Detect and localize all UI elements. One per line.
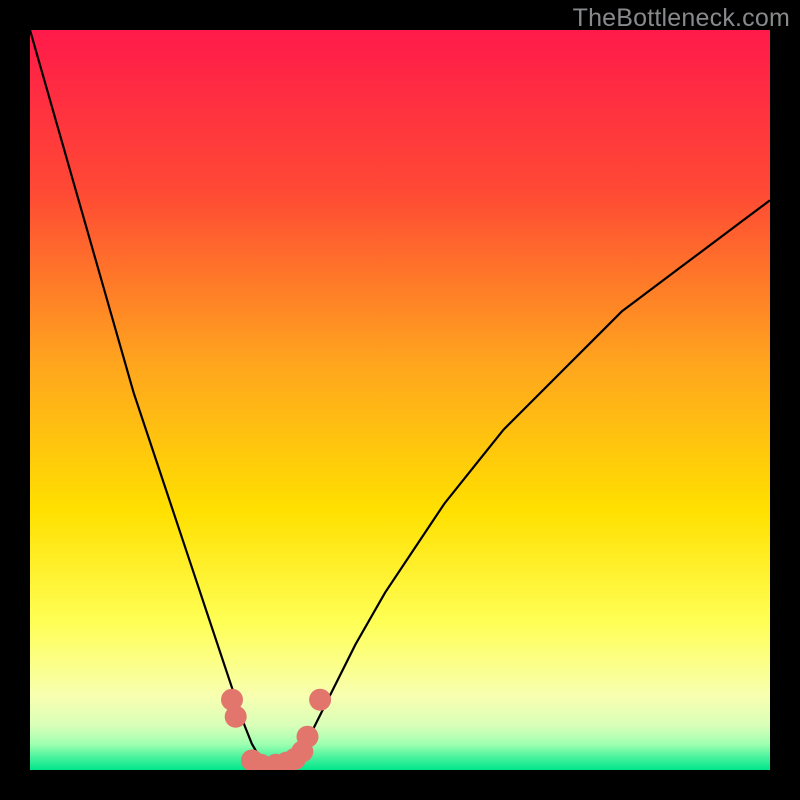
watermark-text: TheBottleneck.com	[573, 4, 790, 33]
bottleneck-chart	[30, 30, 770, 770]
data-marker	[225, 706, 247, 728]
data-marker	[309, 689, 331, 711]
gradient-background	[30, 30, 770, 770]
data-marker	[297, 726, 319, 748]
chart-frame	[30, 30, 770, 770]
